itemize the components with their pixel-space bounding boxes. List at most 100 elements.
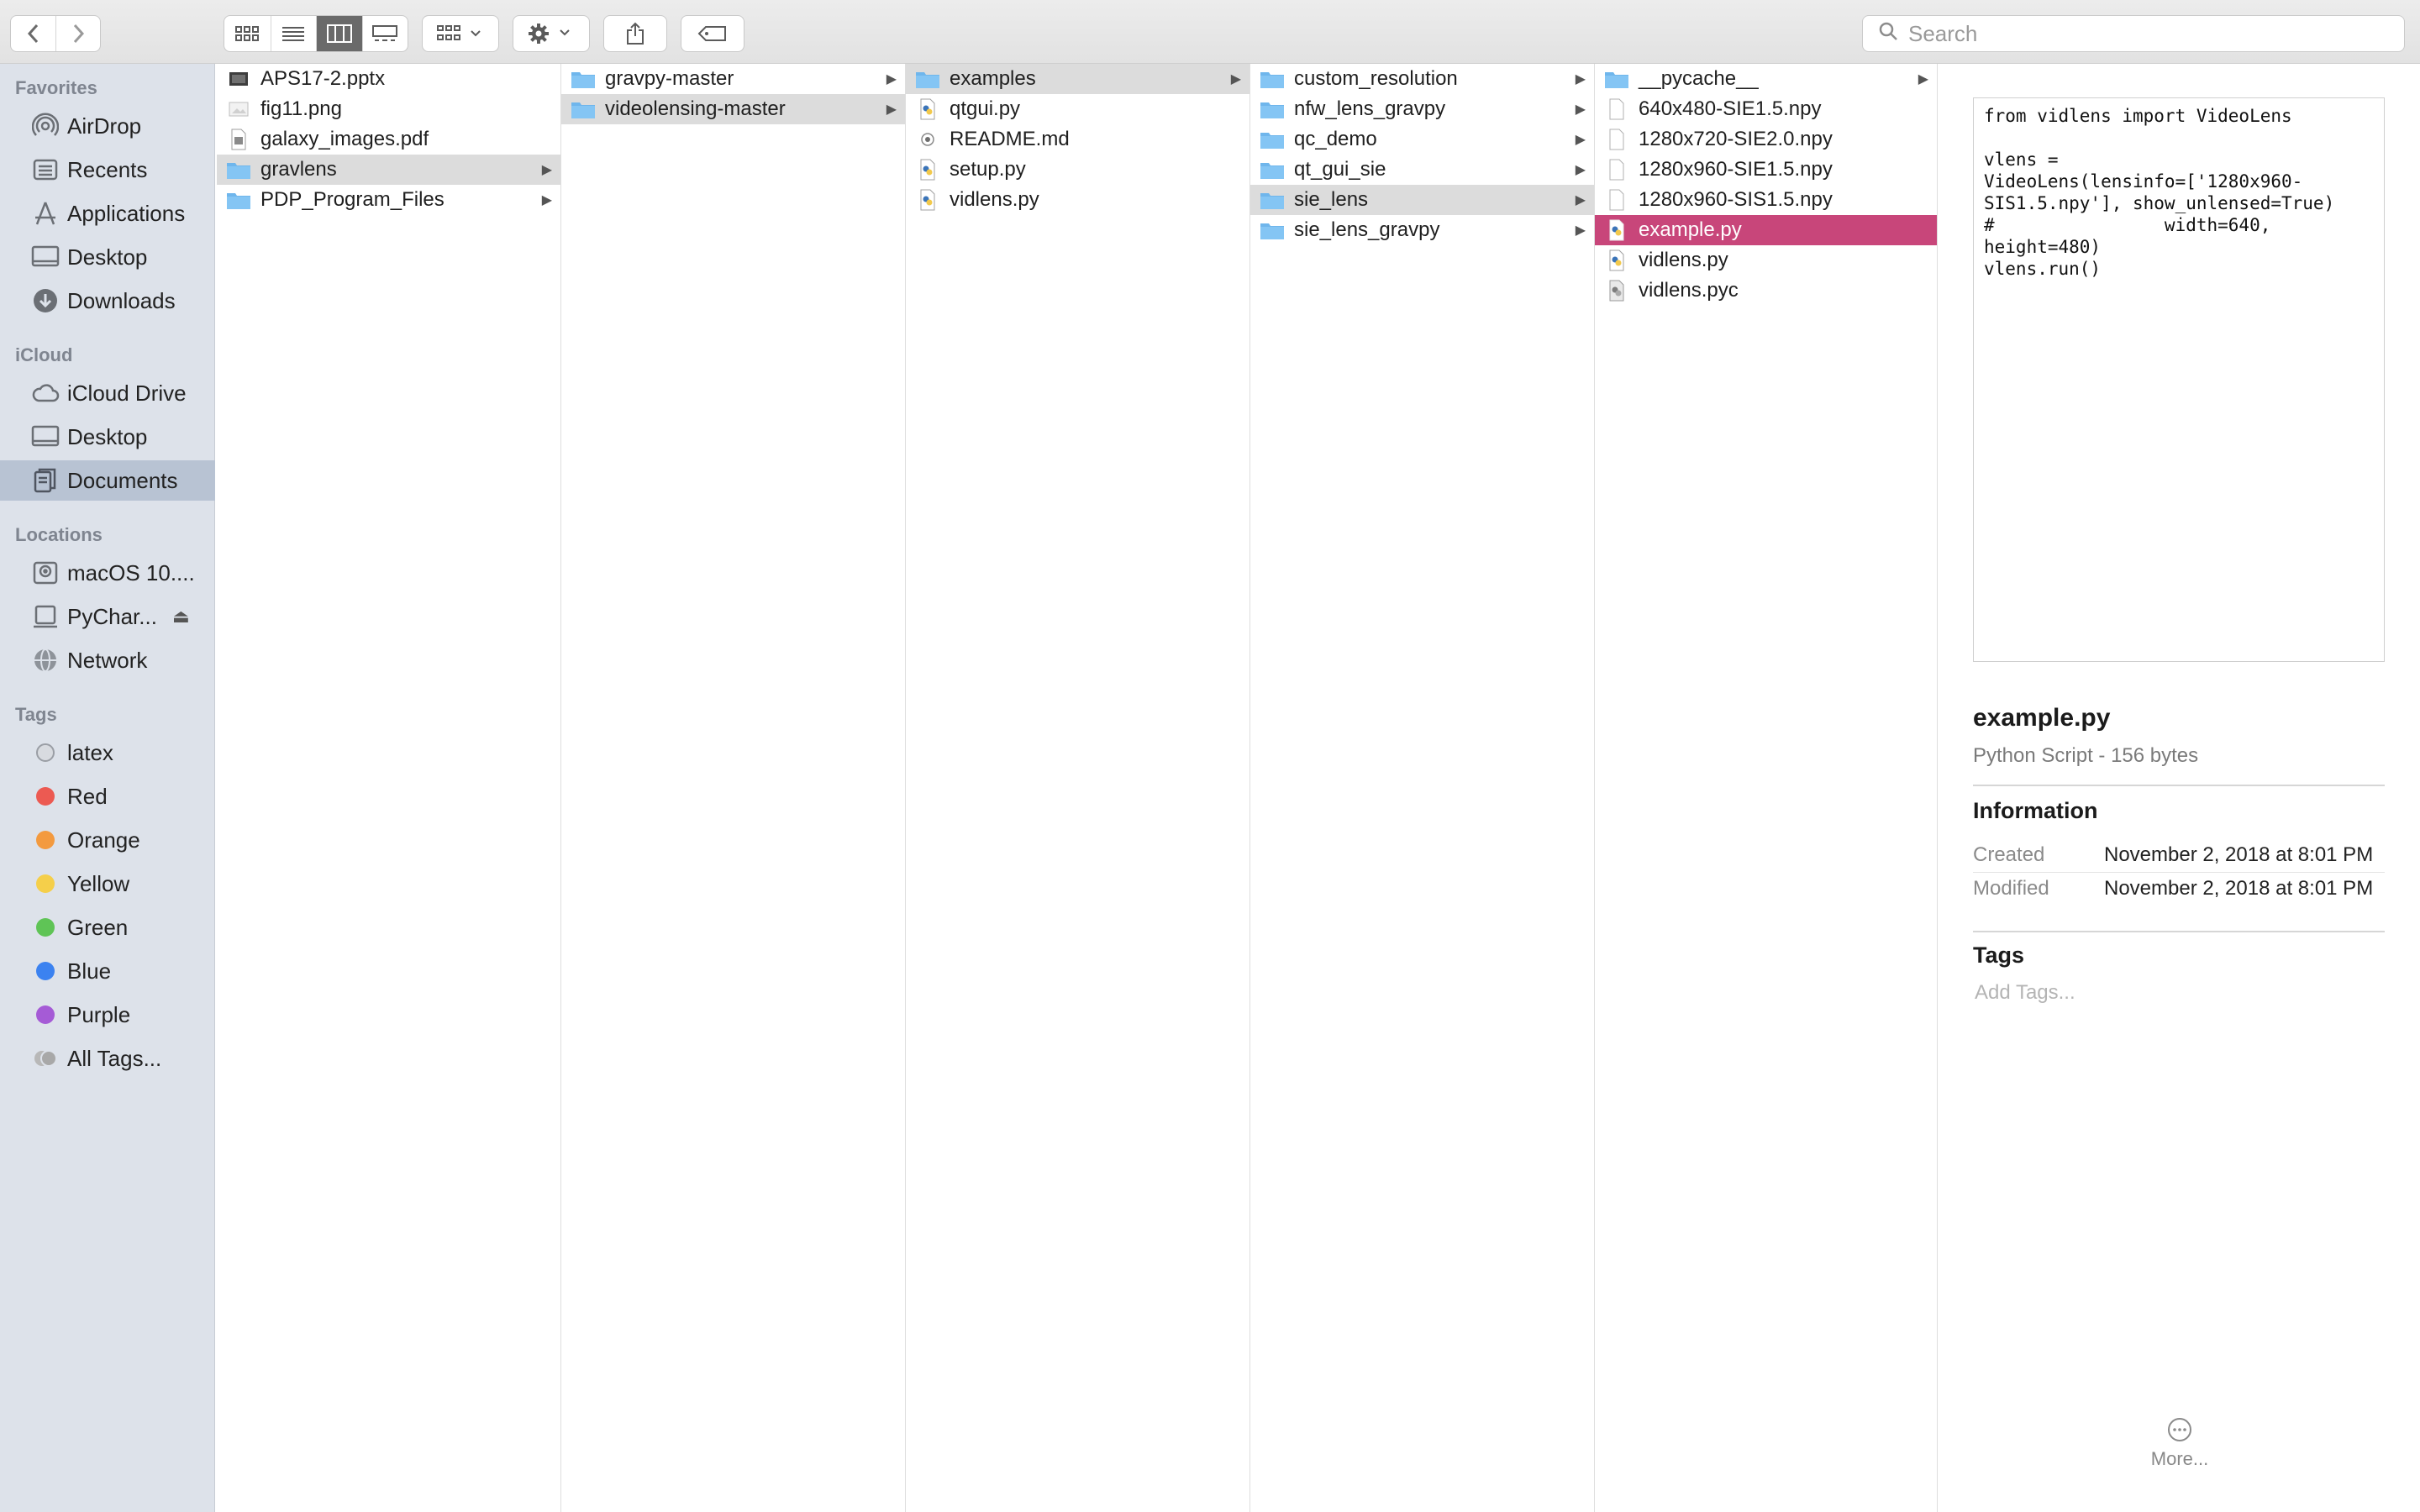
folder-icon (1259, 128, 1286, 151)
sidebar-tag-purple[interactable]: Purple (0, 995, 215, 1035)
column-2: gravpy-master ▶ videolensing-master ▶ (561, 64, 906, 1512)
tag-button[interactable] (681, 15, 744, 52)
group-menu[interactable] (422, 15, 499, 52)
disk-icon (30, 601, 60, 632)
sidebar-tag-blue[interactable]: Blue (0, 951, 215, 991)
forward-button[interactable] (55, 16, 100, 51)
more-label: More... (2150, 1448, 2209, 1469)
search-placeholder: Search (1908, 20, 1978, 46)
gallery-view-button[interactable] (361, 16, 408, 51)
action-menu[interactable] (513, 15, 590, 52)
modified-label: Modified (1973, 877, 2049, 900)
file-row[interactable]: APS17-2.pptx (217, 64, 560, 94)
navigation-group (10, 15, 101, 52)
file-row[interactable]: 1280x960-SIE1.5.npy (1595, 155, 1937, 185)
sidebar-tag-all-tags[interactable]: All Tags... (0, 1038, 215, 1079)
sidebar-item-pycharm-disk[interactable]: PyChar... ⏏ (0, 596, 215, 637)
icloud-header: iCloud (15, 344, 73, 365)
modified-value: November 2, 2018 at 8:01 PM (2104, 877, 2374, 900)
file-row[interactable]: qtgui.py (906, 94, 1249, 124)
sidebar-item-desktop[interactable]: Desktop (0, 237, 215, 277)
folder-icon (1259, 97, 1286, 121)
icon-view-button[interactable] (224, 16, 271, 51)
sidebar: Favorites AirDrop Recents Applications D… (0, 64, 215, 1512)
disclosure-arrow-icon: ▶ (886, 102, 897, 117)
sidebar-item-icloud-desktop[interactable]: Desktop (0, 417, 215, 457)
sidebar-item-icloud-drive[interactable]: iCloud Drive (0, 373, 215, 413)
file-row[interactable]: 1280x960-SIS1.5.npy (1595, 185, 1937, 215)
disclosure-arrow-icon: ▶ (1575, 133, 1586, 147)
preview-file-kind: Python Script - 156 bytes (1973, 744, 2199, 767)
sidebar-item-macos-disk[interactable]: macOS 10.... (0, 553, 215, 593)
folder-row[interactable]: gravpy-master ▶ (561, 64, 905, 94)
list-view-button[interactable] (270, 16, 317, 51)
folder-icon (1603, 67, 1630, 91)
more-icon (2129, 1416, 2230, 1443)
sidebar-item-downloads[interactable]: Downloads (0, 281, 215, 321)
sidebar-item-applications[interactable]: Applications (0, 193, 215, 234)
file-row[interactable]: fig11.png (217, 94, 560, 124)
sidebar-tag-latex[interactable]: latex (0, 732, 215, 773)
folder-row-sie-lens[interactable]: sie_lens ▶ (1250, 185, 1594, 215)
folder-row[interactable]: qc_demo ▶ (1250, 124, 1594, 155)
tag-dot-icon (36, 831, 55, 849)
preview-pane: from vidlens import VideoLens vlens = Vi… (1938, 64, 2420, 1512)
file-row[interactable]: galaxy_images.pdf (217, 124, 560, 155)
folder-row[interactable]: custom_resolution ▶ (1250, 64, 1594, 94)
action-gear-icon (527, 23, 576, 45)
folder-row-videolensing-master[interactable]: videolensing-master ▶ (561, 94, 905, 124)
add-tags-field[interactable]: Add Tags... (1975, 981, 2075, 1005)
file-row[interactable]: setup.py (906, 155, 1249, 185)
folder-row[interactable]: __pycache__ ▶ (1595, 64, 1937, 94)
sidebar-tag-red[interactable]: Red (0, 776, 215, 816)
file-row-example-py-selected[interactable]: example.py (1595, 215, 1937, 245)
python-file-icon (914, 158, 941, 181)
desktop-icon (30, 242, 60, 272)
disclosure-arrow-icon: ▶ (1575, 72, 1586, 87)
disclosure-arrow-icon: ▶ (541, 193, 552, 207)
file-row[interactable]: vidlens.py (1595, 245, 1937, 276)
folder-icon (1259, 188, 1286, 212)
sidebar-item-recents[interactable]: Recents (0, 150, 215, 190)
folder-row[interactable]: nfw_lens_gravpy ▶ (1250, 94, 1594, 124)
folder-row[interactable]: sie_lens_gravpy ▶ (1250, 215, 1594, 245)
disclosure-arrow-icon: ▶ (1230, 72, 1241, 87)
toolbar: Search (0, 0, 2420, 64)
created-label: Created (1973, 843, 2045, 866)
all-tags-icon (30, 1043, 60, 1074)
back-button[interactable] (11, 16, 55, 51)
folder-row-gravlens[interactable]: gravlens ▶ (217, 155, 560, 185)
file-row[interactable]: vidlens.pyc (1595, 276, 1937, 306)
sidebar-item-airdrop[interactable]: AirDrop (0, 106, 215, 146)
sidebar-item-network[interactable]: Network (0, 640, 215, 680)
more-button[interactable]: More... (2129, 1416, 2230, 1470)
hard-drive-icon (30, 558, 60, 588)
desktop-icon (30, 422, 60, 452)
search-input[interactable]: Search (1862, 15, 2405, 52)
file-row[interactable]: 640x480-SIE1.5.npy (1595, 94, 1937, 124)
eject-icon[interactable]: ⏏ (172, 606, 190, 627)
sidebar-tag-orange[interactable]: Orange (0, 820, 215, 860)
folder-icon (225, 158, 252, 181)
folder-row[interactable]: qt_gui_sie ▶ (1250, 155, 1594, 185)
group-icon (436, 24, 485, 43)
sidebar-item-documents[interactable]: Documents (0, 460, 215, 501)
sidebar-tag-yellow[interactable]: Yellow (0, 864, 215, 904)
disclosure-arrow-icon: ▶ (1575, 102, 1586, 117)
share-button[interactable] (603, 15, 667, 52)
column-view-button[interactable] (316, 16, 362, 51)
column-view-icon (326, 24, 352, 43)
file-row[interactable]: vidlens.py (906, 185, 1249, 215)
file-row[interactable]: README.md (906, 124, 1249, 155)
sidebar-tag-green[interactable]: Green (0, 907, 215, 948)
tag-icon (697, 25, 728, 42)
file-row[interactable]: 1280x720-SIE2.0.npy (1595, 124, 1937, 155)
folder-row-examples[interactable]: examples ▶ (906, 64, 1249, 94)
folder-icon (1259, 218, 1286, 242)
document-file-icon (1603, 97, 1630, 121)
disclosure-arrow-icon: ▶ (541, 163, 552, 177)
python-file-icon (914, 188, 941, 212)
image-file-icon (225, 97, 252, 121)
created-value: November 2, 2018 at 8:01 PM (2104, 843, 2374, 866)
folder-row[interactable]: PDP_Program_Files ▶ (217, 185, 560, 215)
